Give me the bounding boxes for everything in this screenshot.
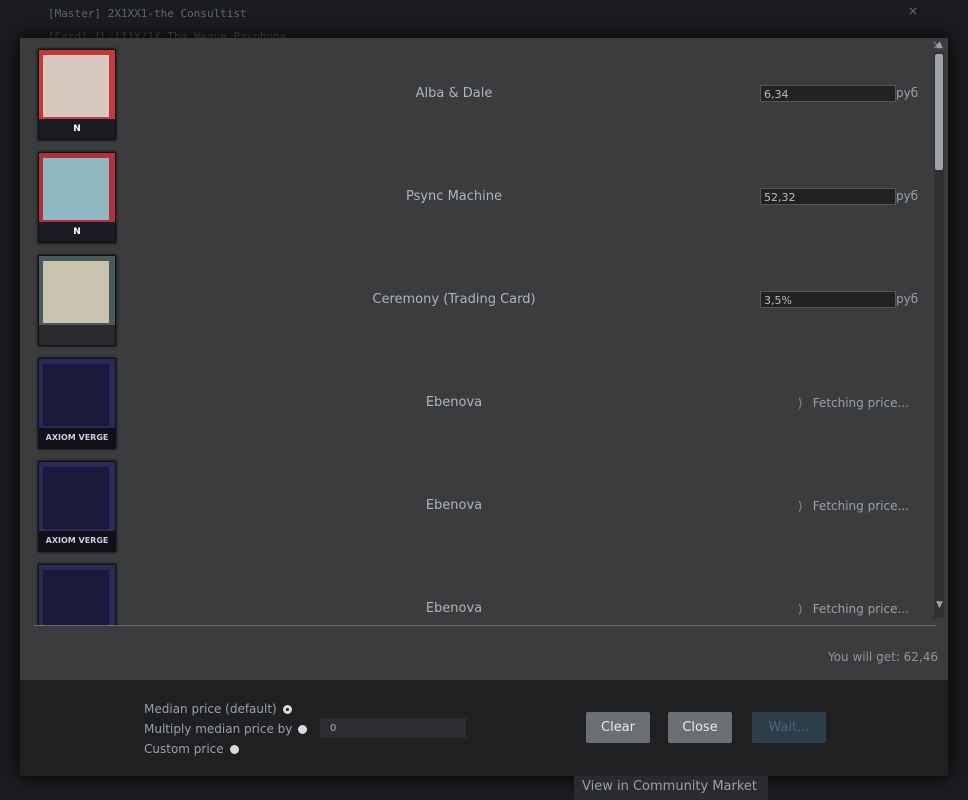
total-earnings: You will get: 62,46 (827, 650, 938, 664)
fetching-status: ⟩ Fetching price... (798, 602, 909, 616)
multiply-price-radio[interactable] (298, 725, 308, 734)
card-art (43, 570, 109, 626)
card-thumbnail[interactable]: N (38, 49, 116, 140)
item-list: N Alba & Dale 6,34 руб N Psync Machine 5… (34, 46, 932, 626)
median-price-radio[interactable] (282, 705, 292, 714)
card-art (43, 261, 109, 323)
multiply-price-label: Multiply median price by (144, 722, 293, 736)
currency-label: руб (896, 292, 919, 306)
list-item: AXIOM VERGE Ebenova ⟩ Fetching price... (34, 355, 932, 450)
dialog-footer: Median price (default) Multiply median p… (20, 680, 948, 776)
card-thumbnail[interactable] (38, 564, 116, 626)
fetching-text: Fetching price... (812, 602, 909, 616)
background-close-icon[interactable]: × (908, 4, 918, 18)
card-thumbnail[interactable]: AXIOM VERGE (38, 461, 116, 552)
close-button[interactable]: Close (668, 712, 732, 743)
sell-dialog: × N Alba & Dale 6,34 руб N Psync Machine… (20, 38, 948, 776)
list-scrollbar[interactable] (934, 52, 944, 618)
spinner-icon: ⟩ (798, 396, 803, 410)
custom-price-option[interactable]: Custom price (144, 742, 239, 756)
scrollbar-thumb[interactable] (935, 54, 943, 170)
card-footer-logo (39, 325, 115, 345)
card-footer-logo: N (39, 222, 115, 242)
item-name: Ebenova (425, 601, 483, 616)
clear-button[interactable]: Clear (586, 712, 650, 743)
fetching-status: ⟩ Fetching price... (798, 499, 909, 513)
spinner-icon: ⟩ (798, 499, 803, 513)
fetching-text: Fetching price... (812, 396, 909, 410)
list-item: Ebenova ⟩ Fetching price... (34, 561, 932, 626)
card-thumbnail[interactable]: N (38, 152, 116, 243)
list-item: Ceremony (Trading Card) 3,5% руб (34, 252, 932, 347)
fetching-text: Fetching price... (812, 499, 909, 513)
list-divider (34, 625, 936, 626)
community-market-link[interactable]: View in Community Market (574, 776, 768, 800)
scroll-up-arrow-icon[interactable]: ▲ (936, 40, 943, 50)
card-art (43, 364, 109, 426)
median-price-option[interactable]: Median price (default) (144, 702, 292, 716)
card-art (43, 467, 109, 529)
multiplier-input[interactable] (320, 718, 466, 738)
spinner-icon: ⟩ (798, 602, 803, 616)
card-footer-logo: AXIOM VERGE (39, 531, 115, 551)
card-thumbnail[interactable] (38, 255, 116, 346)
card-footer-logo: AXIOM VERGE (39, 428, 115, 448)
item-name: Alba & Dale (415, 86, 493, 101)
background-title-line: [Master] 2X1XX1-the Consultist (48, 7, 247, 20)
list-item: N Psync Machine 52,32 руб (34, 149, 932, 244)
price-input[interactable]: 52,32 (760, 188, 896, 205)
item-name: Ebenova (425, 498, 483, 513)
currency-label: руб (896, 86, 919, 100)
scroll-down-arrow-icon[interactable]: ▼ (936, 600, 943, 610)
currency-label: руб (896, 189, 919, 203)
card-footer-logo: N (39, 119, 115, 139)
item-name: Ceremony (Trading Card) (372, 292, 536, 307)
card-thumbnail[interactable]: AXIOM VERGE (38, 358, 116, 449)
wait-button[interactable]: Wait... (752, 712, 826, 743)
item-name: Ebenova (425, 395, 483, 410)
fetching-status: ⟩ Fetching price... (798, 396, 909, 410)
custom-price-radio[interactable] (229, 745, 239, 754)
card-art (43, 55, 109, 117)
price-input[interactable]: 6,34 (760, 85, 896, 102)
multiply-price-option[interactable]: Multiply median price by (144, 722, 308, 736)
median-price-label: Median price (default) (144, 702, 277, 716)
price-input[interactable]: 3,5% (760, 291, 896, 308)
list-item: AXIOM VERGE Ebenova ⟩ Fetching price... (34, 458, 932, 553)
card-art (43, 158, 109, 220)
custom-price-label: Custom price (144, 742, 224, 756)
item-name: Psync Machine (405, 189, 502, 204)
list-item: N Alba & Dale 6,34 руб (34, 46, 932, 141)
